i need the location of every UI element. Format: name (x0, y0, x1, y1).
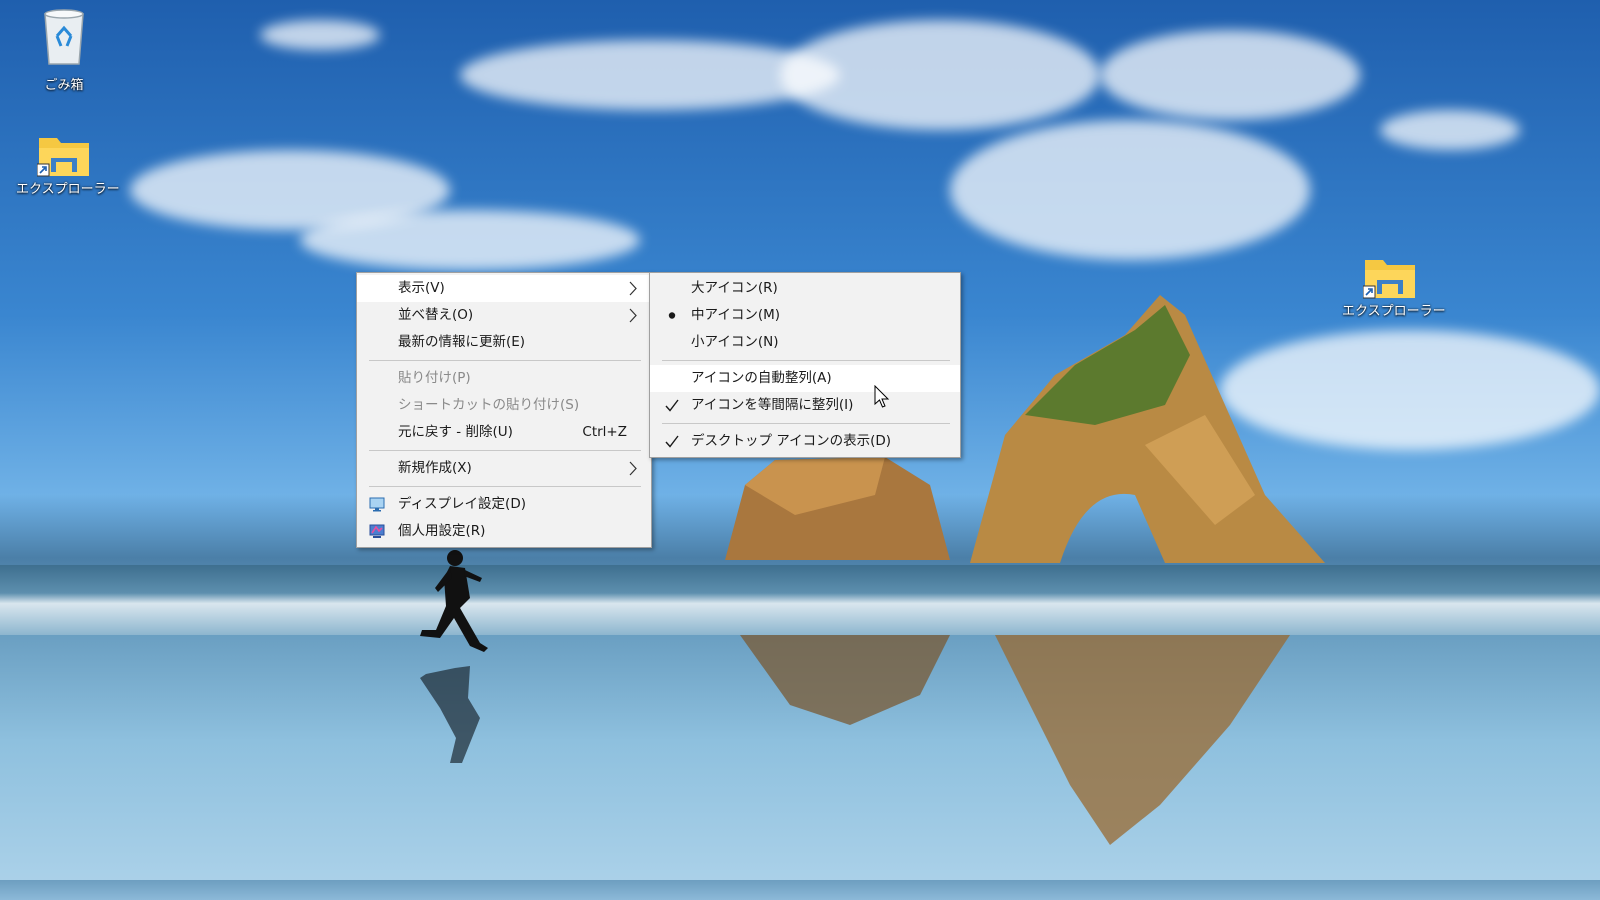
menu-item-label: 中アイコン(M) (691, 307, 781, 323)
menu-item-refresh[interactable]: 最新の情報に更新(E) (357, 329, 651, 356)
menu-item-label: アイコンの自動整列(A) (691, 370, 832, 386)
submenu-item-large-icons[interactable]: 大アイコン(R) (650, 275, 960, 302)
menu-separator (369, 486, 641, 487)
explorer-shortcut-label-1: エクスプローラー (16, 182, 120, 197)
explorer-shortcut-label-2: エクスプローラー (1342, 304, 1446, 319)
submenu-item-auto-arrange[interactable]: アイコンの自動整列(A) (650, 365, 960, 392)
recycle-bin-icon (44, 9, 84, 65)
runner-silhouette (420, 550, 488, 763)
folder-shortcut-icon (36, 130, 91, 177)
menu-separator (662, 360, 950, 361)
checkmark-icon (665, 399, 679, 412)
rock-reflection (740, 635, 1290, 845)
recycle-bin-label: ごみ箱 (44, 78, 84, 93)
menu-item-label: 新規作成(X) (398, 460, 472, 476)
bullet-icon (668, 312, 676, 319)
menu-item-label: 大アイコン(R) (691, 280, 778, 296)
menu-item-shortcut: Ctrl+Z (582, 424, 627, 440)
mouse-pointer-icon (874, 385, 890, 408)
personalize-icon (369, 524, 385, 538)
menu-item-label: 並べ替え(O) (398, 307, 474, 323)
menu-item-label: 表示(V) (398, 280, 445, 296)
menu-item-sort[interactable]: 並べ替え(O) (357, 302, 651, 329)
desktop-context-menu: 表示(V) 並べ替え(O) 最新の情報に更新(E) 貼り付け(P) ショートカッ… (356, 272, 652, 548)
chevron-right-icon (629, 461, 637, 476)
menu-separator (369, 360, 641, 361)
chevron-right-icon (629, 281, 637, 296)
menu-item-label: 最新の情報に更新(E) (398, 334, 526, 350)
explorer-shortcut-item-1[interactable]: エクスプローラー (16, 130, 120, 197)
explorer-shortcut-item-2[interactable]: エクスプローラー (1342, 252, 1446, 319)
submenu-item-medium-icons[interactable]: 中アイコン(M) (650, 302, 960, 329)
menu-item-view[interactable]: 表示(V) (357, 275, 651, 302)
display-settings-icon (369, 497, 385, 512)
desktop[interactable]: ごみ箱 エクスプローラー エクスプローラー 表示(V) 並べ替え(O) 最新の情… (0, 0, 1600, 900)
menu-separator (369, 450, 641, 451)
menu-item-undo-delete[interactable]: 元に戻す - 削除(U) Ctrl+Z (357, 419, 651, 446)
menu-item-label: 貼り付け(P) (398, 370, 471, 386)
menu-item-new[interactable]: 新規作成(X) (357, 455, 651, 482)
menu-item-label: 小アイコン(N) (691, 334, 779, 350)
submenu-item-small-icons[interactable]: 小アイコン(N) (650, 329, 960, 356)
menu-item-label: ショートカットの貼り付け(S) (398, 397, 580, 413)
menu-item-label: ディスプレイ設定(D) (398, 496, 526, 512)
menu-item-personalize[interactable]: 個人用設定(R) (357, 518, 651, 545)
menu-item-label: 個人用設定(R) (398, 523, 486, 539)
menu-item-paste-shortcut: ショートカットの貼り付け(S) (357, 392, 651, 419)
menu-item-paste: 貼り付け(P) (357, 365, 651, 392)
view-submenu: 大アイコン(R) 中アイコン(M) 小アイコン(N) アイコンの自動整列(A) … (649, 272, 961, 458)
menu-separator (662, 423, 950, 424)
submenu-item-show-desktop-icons[interactable]: デスクトップ アイコンの表示(D) (650, 428, 960, 455)
checkmark-icon (665, 435, 679, 448)
sea-stack-arch (970, 295, 1325, 563)
sea-stack-small (725, 457, 950, 560)
menu-item-label: デスクトップ アイコンの表示(D) (691, 433, 892, 449)
menu-item-display-settings[interactable]: ディスプレイ設定(D) (357, 491, 651, 518)
chevron-right-icon (629, 308, 637, 323)
folder-shortcut-icon (1362, 252, 1417, 299)
recycle-bin-icon-item[interactable]: ごみ箱 (16, 8, 112, 93)
submenu-item-align-to-grid[interactable]: アイコンを等間隔に整列(I) (650, 392, 960, 419)
menu-item-label: 元に戻す - 削除(U) (398, 424, 513, 440)
menu-item-label: アイコンを等間隔に整列(I) (691, 397, 854, 413)
